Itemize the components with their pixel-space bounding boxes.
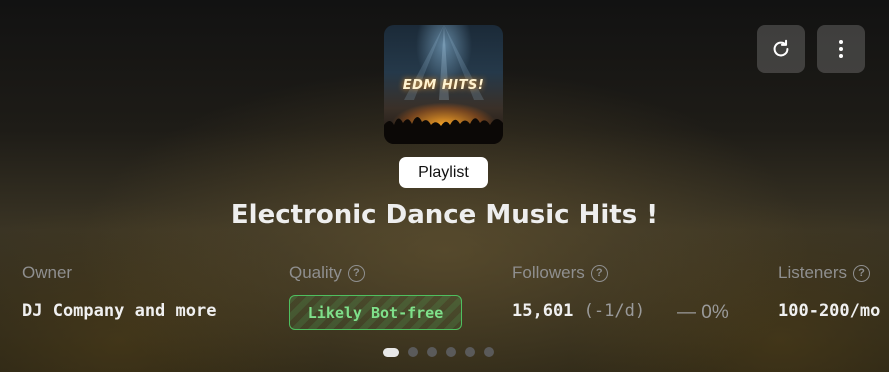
listeners-label-text: Listeners	[778, 263, 847, 282]
followers-value-group: 15,601 (-1/d)	[512, 301, 645, 321]
cover-text: EDM HITS!	[402, 78, 485, 93]
followers-daily-change: (-1/d)	[583, 301, 646, 321]
playlist-type-badge: Playlist	[399, 157, 488, 188]
refresh-icon	[773, 39, 789, 57]
listeners-value: 100-200/mo	[778, 301, 881, 321]
quality-label-text: Quality	[289, 263, 342, 282]
quality-badge[interactable]: Likely Bot-free	[289, 295, 462, 330]
pager-dot[interactable]	[465, 347, 475, 357]
followers-value: 15,601	[512, 301, 574, 321]
followers-label: Followers ?	[512, 263, 608, 283]
pager-dot[interactable]	[408, 347, 418, 357]
quality-label: Quality ?	[289, 263, 365, 283]
owner-label: Owner	[22, 263, 72, 283]
owner-label-text: Owner	[22, 263, 73, 282]
help-icon[interactable]: ?	[590, 264, 608, 282]
followers-percent-change: — 0%	[677, 302, 729, 323]
more-vertical-icon	[839, 40, 843, 58]
pager-dot[interactable]	[484, 347, 494, 357]
refresh-button[interactable]	[757, 25, 805, 73]
playlist-title: Electronic Dance Music Hits !	[230, 200, 659, 230]
owner-value[interactable]: DJ Company and more	[22, 301, 216, 321]
playlist-cover: EDM HITS!	[384, 25, 503, 144]
pager-dot[interactable]	[446, 347, 456, 357]
pager-dot[interactable]	[427, 347, 437, 357]
help-icon[interactable]: ?	[347, 264, 365, 282]
carousel-pager	[383, 347, 494, 357]
more-options-button[interactable]	[817, 25, 865, 73]
listeners-label: Listeners ?	[778, 263, 870, 283]
followers-label-text: Followers	[512, 263, 585, 282]
help-icon[interactable]: ?	[852, 264, 870, 282]
quality-value: Likely Bot-free	[307, 303, 444, 322]
pager-dot[interactable]	[383, 347, 399, 357]
